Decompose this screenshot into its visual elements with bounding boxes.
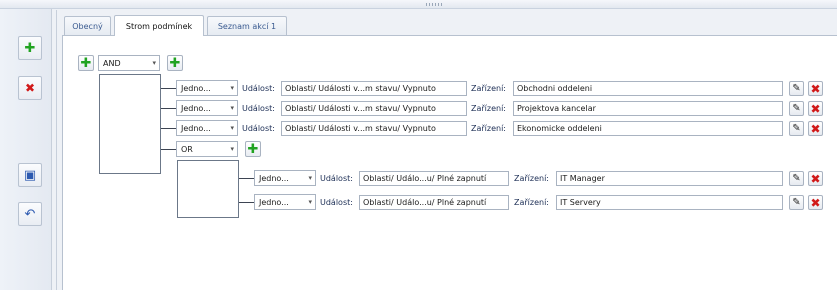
red-x-icon: ✖: [810, 195, 821, 210]
top-strip: [0, 0, 837, 9]
edit-condition-button[interactable]: ✎: [789, 121, 804, 136]
device-label: Zařízení:: [471, 124, 507, 133]
floppy-disk-icon: ▣: [23, 167, 37, 183]
condition-type-value: Jedno...: [181, 103, 211, 113]
remove-condition-button[interactable]: ✖: [808, 121, 823, 136]
device-label: Zařízení:: [514, 174, 550, 183]
event-label: Událost:: [242, 104, 275, 113]
add-root-condition-button[interactable]: ✚: [78, 55, 94, 71]
subgroup-condition-row: Jedno... ▾ Událost: Oblasti/ Událo...u/ …: [63, 194, 837, 211]
condition-row: Jedno... ▾ Událost: Oblasti/ Události v.…: [63, 80, 837, 97]
green-plus-icon: ✚: [80, 55, 92, 71]
condition-type-select[interactable]: Jedno... ▾: [254, 194, 316, 210]
device-label: Zařízení:: [471, 104, 507, 113]
event-label: Událost:: [320, 198, 353, 207]
event-field[interactable]: Oblasti/ Událo...u/ Plné zapnutí: [359, 171, 509, 186]
root-operator-value: AND: [103, 58, 121, 68]
red-x-icon: ✖: [24, 81, 36, 95]
add-to-subgroup-button[interactable]: ✚: [245, 141, 261, 157]
event-label: Událost:: [242, 84, 275, 93]
device-field[interactable]: Ekonomicke oddeleni: [513, 121, 783, 136]
event-label: Událost:: [320, 174, 353, 183]
vertical-divider: [56, 10, 57, 290]
device-field[interactable]: Obchodni oddeleni: [513, 81, 783, 96]
device-field[interactable]: Projektova kancelar: [513, 101, 783, 116]
green-plus-icon: ✚: [169, 55, 181, 71]
device-label: Zařízení:: [514, 198, 550, 207]
event-field[interactable]: Oblasti/ Událo...u/ Plné zapnutí: [359, 195, 509, 210]
chevron-down-icon: ▾: [230, 104, 234, 112]
event-label: Událost:: [242, 124, 275, 133]
tab-condition-tree[interactable]: Strom podmínek: [114, 15, 204, 36]
device-field[interactable]: IT Servery: [556, 195, 783, 210]
edit-condition-button[interactable]: ✎: [789, 171, 804, 186]
red-x-icon: ✖: [810, 121, 821, 136]
condition-type-value: Jedno...: [259, 173, 289, 183]
chevron-down-icon: ▾: [230, 124, 234, 132]
green-plus-icon: ✚: [24, 40, 36, 56]
remove-condition-button[interactable]: ✖: [808, 81, 823, 96]
subgroup-operator-value: OR: [181, 144, 193, 154]
remove-condition-button[interactable]: ✖: [808, 171, 823, 186]
red-x-icon: ✖: [810, 81, 821, 96]
root-operator-select[interactable]: AND ▾: [98, 55, 160, 71]
condition-type-select[interactable]: Jedno... ▾: [176, 100, 238, 116]
connector-line: [161, 149, 176, 150]
device-field[interactable]: IT Manager: [556, 171, 783, 186]
green-plus-icon: ✚: [247, 141, 259, 157]
condition-type-select[interactable]: Jedno... ▾: [176, 80, 238, 96]
add-button[interactable]: ✚: [18, 36, 42, 60]
subgroup-condition-row: Jedno... ▾ Událost: Oblasti/ Událo...u/ …: [63, 170, 837, 187]
event-field[interactable]: Oblasti/ Události v...m stavu/ Vypnuto: [281, 121, 467, 136]
condition-row: Jedno... ▾ Událost: Oblasti/ Události v.…: [63, 100, 837, 117]
chevron-down-icon: ▾: [230, 84, 234, 92]
tab-action-list[interactable]: Seznam akcí 1: [207, 16, 287, 35]
tab-general[interactable]: Obecný: [64, 16, 111, 35]
event-field[interactable]: Oblasti/ Události v...m stavu/ Vypnuto: [281, 81, 467, 96]
save-button[interactable]: ▣: [18, 163, 42, 187]
chevron-down-icon: ▾: [308, 174, 312, 182]
condition-type-select[interactable]: Jedno... ▾: [254, 170, 316, 186]
undo-icon: ↶: [24, 206, 36, 222]
condition-row: Jedno... ▾ Událost: Oblasti/ Události v.…: [63, 120, 837, 137]
event-field[interactable]: Oblasti/ Události v...m stavu/ Vypnuto: [281, 101, 467, 116]
left-toolbar: ✚ ✖ ▣ ↶: [0, 9, 52, 290]
remove-condition-button[interactable]: ✖: [808, 101, 823, 116]
edit-icon: ✎: [792, 123, 801, 134]
subgroup-operator-select[interactable]: OR ▾: [176, 141, 238, 157]
edit-condition-button[interactable]: ✎: [789, 195, 804, 210]
condition-type-value: Jedno...: [181, 123, 211, 133]
edit-condition-button[interactable]: ✎: [789, 101, 804, 116]
condition-type-value: Jedno...: [181, 83, 211, 93]
edit-icon: ✎: [792, 83, 801, 94]
undo-button[interactable]: ↶: [18, 202, 42, 226]
remove-condition-button[interactable]: ✖: [808, 195, 823, 210]
edit-icon: ✎: [792, 197, 801, 208]
splitter-grip[interactable]: [426, 3, 444, 6]
add-to-root-button[interactable]: ✚: [167, 55, 183, 71]
chevron-down-icon: ▾: [152, 59, 156, 67]
red-x-icon: ✖: [810, 171, 821, 186]
edit-condition-button[interactable]: ✎: [789, 81, 804, 96]
edit-icon: ✎: [792, 103, 801, 114]
chevron-down-icon: ▾: [230, 145, 234, 153]
delete-button[interactable]: ✖: [18, 76, 42, 100]
edit-icon: ✎: [792, 173, 801, 184]
condition-tree-panel: ✚ AND ▾ ✚ Jedno... ▾ Událost: Oblasti/ U…: [62, 35, 837, 290]
device-label: Zařízení:: [471, 84, 507, 93]
red-x-icon: ✖: [810, 101, 821, 116]
chevron-down-icon: ▾: [308, 198, 312, 206]
condition-type-value: Jedno...: [259, 197, 289, 207]
condition-type-select[interactable]: Jedno... ▾: [176, 120, 238, 136]
